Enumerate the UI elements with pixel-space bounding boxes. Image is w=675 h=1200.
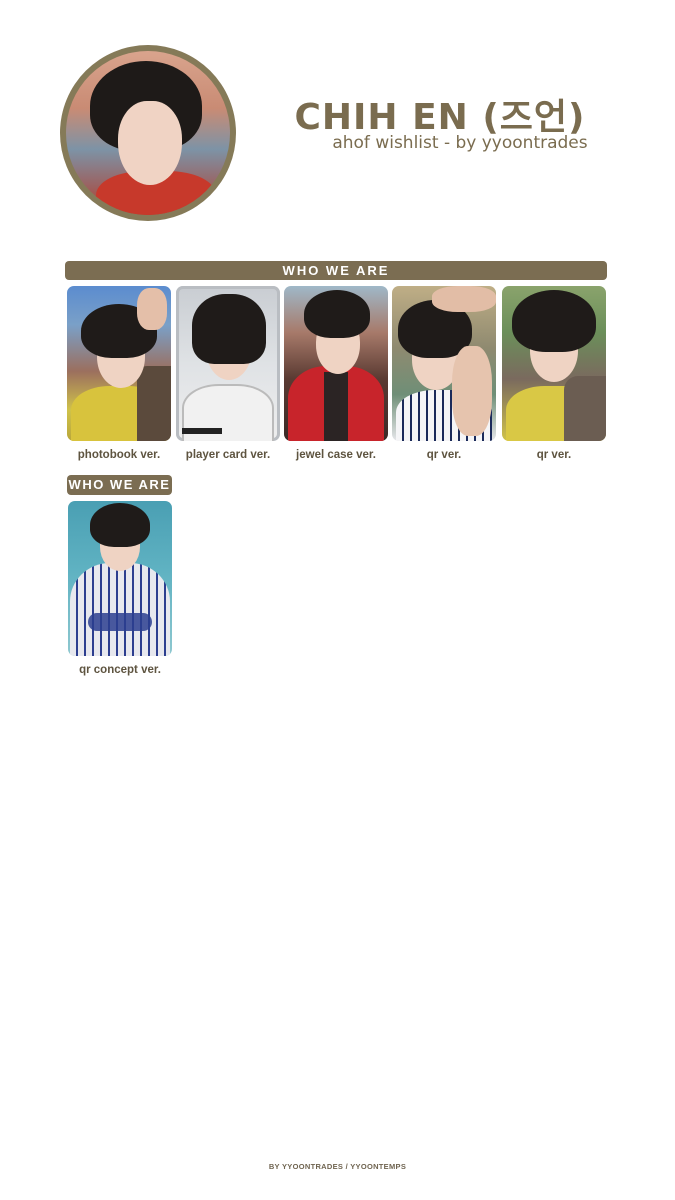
photocard-image bbox=[176, 286, 280, 441]
photocard-image bbox=[502, 286, 606, 441]
photocard-image bbox=[392, 286, 496, 441]
photocard-qr-1[interactable]: qr ver. bbox=[392, 286, 496, 461]
photocard-label: qr ver. bbox=[426, 449, 462, 461]
photocard-label: jewel case ver. bbox=[296, 449, 376, 461]
photocard-photobook[interactable]: photobook ver. bbox=[67, 286, 171, 461]
photocard-player-card[interactable]: player card ver. bbox=[176, 286, 280, 461]
photocard-jewel-case[interactable]: jewel case ver. bbox=[284, 286, 388, 461]
photocard-label: player card ver. bbox=[185, 449, 271, 461]
section-header-1: WHO WE ARE bbox=[65, 261, 607, 280]
photocard-label: qr concept ver. bbox=[79, 664, 161, 676]
photocard-qr-2[interactable]: qr ver. bbox=[502, 286, 606, 461]
avatar-photo bbox=[66, 51, 230, 215]
photocard-label: photobook ver. bbox=[77, 449, 161, 461]
profile-avatar bbox=[60, 45, 236, 221]
photocard-qr-concept[interactable]: qr concept ver. bbox=[68, 501, 172, 676]
footer-credit: BY YYOONTRADES / YYOONTEMPS bbox=[268, 1162, 407, 1171]
photocard-label: qr ver. bbox=[536, 449, 572, 461]
avatar-face bbox=[118, 101, 182, 185]
photocard-image bbox=[284, 286, 388, 441]
page-subtitle: ahof wishlist - by yyoontrades bbox=[332, 133, 588, 153]
photocard-image bbox=[68, 501, 172, 656]
section-header-2: WHO WE ARE bbox=[67, 475, 172, 495]
photocard-image bbox=[67, 286, 171, 441]
